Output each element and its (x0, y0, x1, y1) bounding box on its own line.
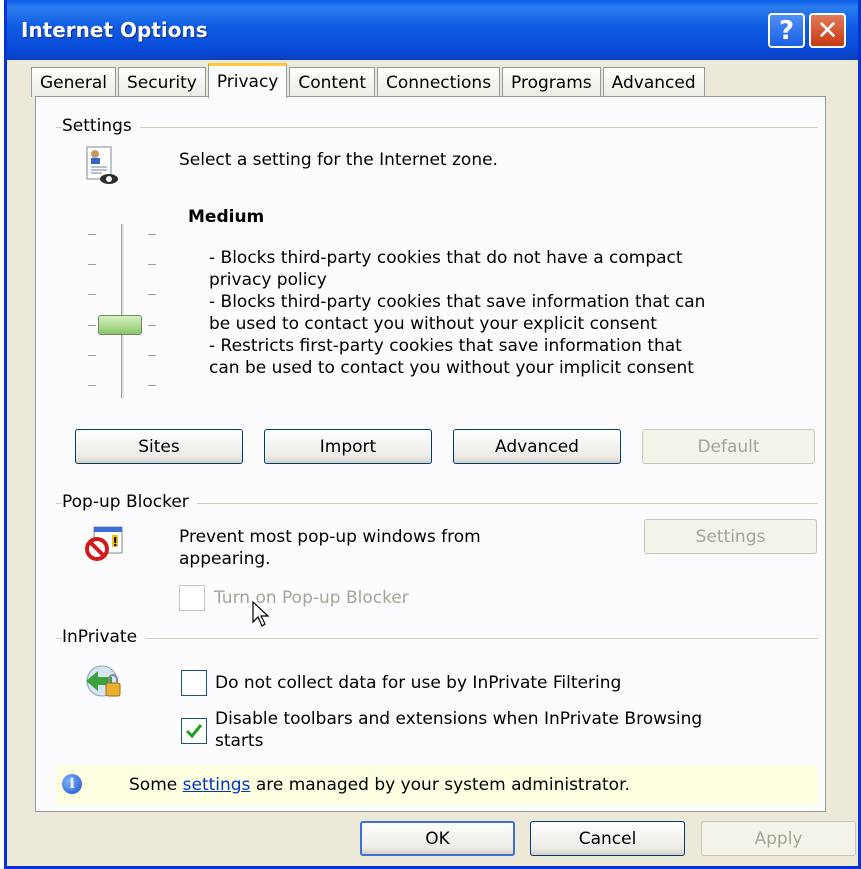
title-bar[interactable]: Internet Options ? ✕ (7, 0, 858, 60)
close-icon: ✕ (816, 15, 839, 46)
tab-programs[interactable]: Programs (502, 67, 601, 97)
mouse-cursor-icon (252, 600, 272, 629)
disable-toolbars-checkbox[interactable] (181, 718, 207, 744)
slider-tick (148, 385, 156, 386)
notice-text-after: are managed by your system administrator… (250, 775, 630, 795)
inprivate-group-label: InPrivate (62, 627, 146, 647)
info-icon: i (62, 774, 82, 794)
settings-intro-text: Select a setting for the Internet zone. (179, 150, 498, 170)
privacy-tab-panel: Settings Select a setting for the Intern… (35, 96, 826, 812)
tab-general[interactable]: General (31, 67, 116, 97)
popup-settings-button[interactable]: Settings (644, 519, 817, 554)
inprivate-filtering-label: Do not collect data for use by InPrivate… (215, 673, 622, 693)
privacy-level-name: Medium (188, 207, 265, 227)
slider-track[interactable] (121, 224, 125, 398)
popup-description: Prevent most pop-up windows from appeari… (179, 526, 481, 570)
disable-toolbars-line: starts (215, 731, 264, 751)
privacy-level-description: - Blocks third-party cookies that do not… (209, 247, 705, 379)
description-line: - Restricts first-party cookies that sav… (209, 336, 682, 356)
window-title: Internet Options (21, 18, 208, 42)
privacy-document-eye-icon (84, 145, 120, 187)
popup-group-label: Pop-up Blocker (62, 492, 197, 512)
description-line: can be used to contact you without your … (209, 358, 694, 378)
notice-text-before: Some (129, 775, 183, 795)
inprivate-filtering-checkbox[interactable] (181, 670, 207, 696)
help-button[interactable]: ? (768, 13, 805, 48)
popup-blocker-label: Turn on Pop-up Blocker (214, 588, 409, 608)
cancel-button[interactable]: Cancel (530, 821, 685, 856)
inprivate-divider (56, 638, 818, 639)
admin-notice-bar: i Some settings are managed by your syst… (56, 765, 818, 805)
description-line: be used to contact you without your expl… (209, 314, 657, 334)
disable-toolbars-line: Disable toolbars and extensions when InP… (215, 709, 703, 729)
admin-notice-text: Some settings are managed by your system… (129, 774, 630, 796)
settings-link[interactable]: settings (183, 775, 251, 795)
slider-tick (148, 264, 156, 265)
popup-text-line: appearing. (179, 549, 271, 569)
popup-blocker-checkbox[interactable] (179, 585, 205, 611)
import-button[interactable]: Import (264, 429, 432, 464)
tab-connections[interactable]: Connections (377, 67, 501, 97)
help-icon: ? (778, 15, 795, 46)
inprivate-icon (82, 663, 126, 701)
slider-thumb[interactable] (98, 315, 142, 335)
advanced-button[interactable]: Advanced (453, 429, 621, 464)
settings-group-label: Settings (62, 116, 140, 136)
tab-advanced[interactable]: Advanced (602, 67, 705, 97)
description-line: - Blocks third-party cookies that save i… (209, 292, 706, 312)
popup-blocker-icon: ! (84, 525, 126, 561)
slider-tick (148, 355, 156, 356)
apply-button[interactable]: Apply (701, 821, 856, 856)
slider-tick (88, 325, 96, 326)
default-button[interactable]: Default (642, 429, 815, 464)
tab-content[interactable]: Content (289, 67, 375, 97)
slider-tick (88, 355, 96, 356)
slider-tick (148, 234, 156, 235)
slider-tick (88, 234, 96, 235)
tab-security[interactable]: Security (118, 67, 206, 97)
slider-tick (88, 294, 96, 295)
description-line: - Blocks third-party cookies that do not… (209, 248, 683, 268)
sites-button[interactable]: Sites (75, 429, 243, 464)
slider-tick (88, 385, 96, 386)
ok-button[interactable]: OK (360, 821, 515, 856)
slider-tick (148, 294, 156, 295)
slider-tick (88, 264, 96, 265)
tab-privacy[interactable]: Privacy (207, 63, 288, 98)
disable-toolbars-label: Disable toolbars and extensions when InP… (215, 708, 702, 752)
checkmark-icon (185, 724, 203, 739)
settings-divider (56, 127, 818, 128)
internet-options-dialog: Internet Options ? ✕ General Security Pr… (4, 0, 861, 869)
popup-text-line: Prevent most pop-up windows from (179, 527, 481, 547)
slider-tick (148, 325, 156, 326)
close-button[interactable]: ✕ (809, 13, 846, 48)
tab-strip: General Security Privacy Content Connect… (31, 63, 707, 98)
svg-text:!: ! (113, 535, 118, 549)
description-line: privacy policy (209, 270, 327, 290)
